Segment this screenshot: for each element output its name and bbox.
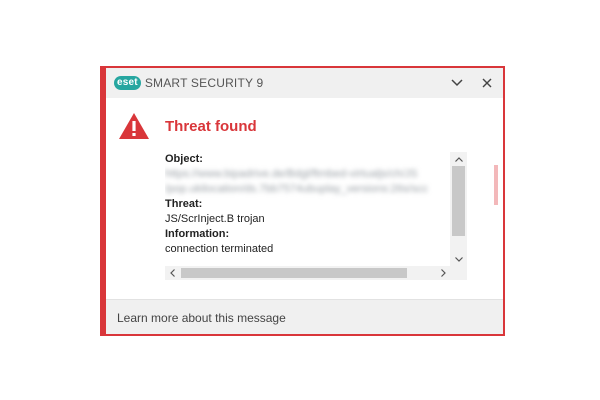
scroll-down-button[interactable] <box>450 252 467 266</box>
scroll-left-button[interactable] <box>165 266 179 280</box>
object-url-line-1: https://www.bipadrive.de/Bdgl/ftmbed-vir… <box>165 168 418 180</box>
window-edge-highlight <box>494 165 498 205</box>
object-url-line-2: /pop.ukilocation/ds.7bb7574ubuplay_versi… <box>165 183 428 195</box>
product-name: SMART SECURITY 9 <box>144 76 264 90</box>
threat-details-panel[interactable]: Object: https://www.bipadrive.de/Bdgl/ft… <box>165 152 467 280</box>
brand-badge: eset <box>114 76 141 90</box>
details-text: Object: https://www.bipadrive.de/Bdgl/ft… <box>165 152 450 266</box>
vertical-scroll-thumb[interactable] <box>452 166 465 236</box>
horizontal-scroll-thumb[interactable] <box>181 268 407 278</box>
chevron-down-icon <box>451 79 463 87</box>
close-button[interactable] <box>479 75 495 91</box>
object-label: Object: <box>165 153 203 165</box>
threat-label: Threat: <box>165 198 203 210</box>
chevron-right-icon <box>440 269 446 277</box>
vertical-scrollbar[interactable] <box>450 152 467 266</box>
alert-heading: Threat found <box>165 118 257 135</box>
minimize-button[interactable] <box>449 75 465 91</box>
learn-more-link[interactable]: Learn more about this message <box>117 311 286 325</box>
horizontal-scrollbar[interactable] <box>165 266 450 280</box>
chevron-up-icon <box>454 156 463 162</box>
information-value: connection terminated <box>165 243 274 255</box>
warning-triangle-icon <box>119 113 149 139</box>
scroll-right-button[interactable] <box>436 266 450 280</box>
threat-alert-window: eset SMART SECURITY 9 Threat found Objec… <box>100 66 505 336</box>
scroll-up-button[interactable] <box>450 152 467 166</box>
scrollbar-corner <box>450 266 467 280</box>
chevron-down-icon <box>454 256 463 262</box>
threat-value: JS/ScrInject.B trojan <box>165 213 265 225</box>
eset-logo: eset SMART SECURITY 9 <box>114 76 263 90</box>
chevron-left-icon <box>169 269 175 277</box>
information-label: Information: <box>165 228 230 240</box>
title-bar: eset SMART SECURITY 9 <box>106 68 503 98</box>
close-icon <box>482 78 492 88</box>
footer: Learn more about this message <box>106 299 503 334</box>
